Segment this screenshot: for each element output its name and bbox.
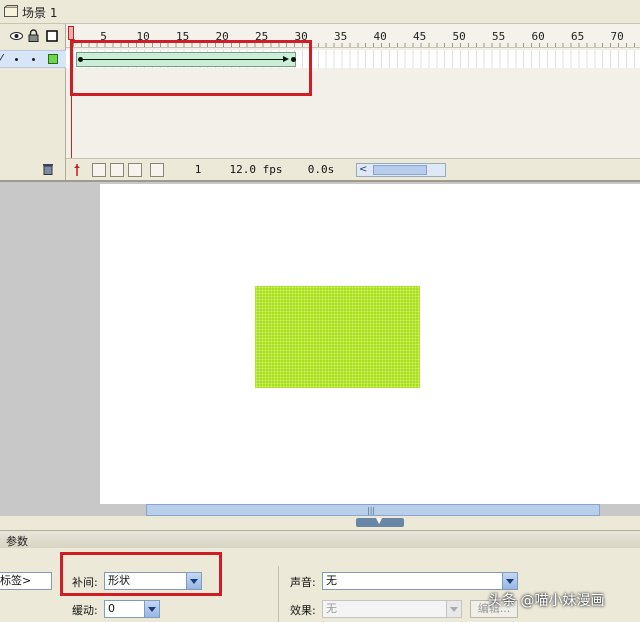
flash-ide: 场景 1 ⁄ 5 10 15 20 25 30 35 40 45 50 55 6… <box>0 0 640 622</box>
props-divider <box>278 566 279 622</box>
annotation-highlight-tween <box>60 552 222 596</box>
playhead[interactable] <box>68 26 74 40</box>
ruler-label-45: 45 <box>412 30 427 43</box>
lock-dot[interactable] <box>32 58 35 61</box>
timeline-scrollbar[interactable]: < <box>356 163 446 177</box>
effect-select[interactable]: 无 <box>322 600 462 618</box>
onion-outline-icon[interactable] <box>110 163 124 177</box>
collapse-handle[interactable]: ▼ <box>356 516 404 527</box>
ruler-label-55: 55 <box>491 30 506 43</box>
frame-rate: 12.0 fps <box>229 163 283 176</box>
modify-onion-icon[interactable] <box>150 163 164 177</box>
scene-icon <box>4 5 18 17</box>
layer-header <box>0 24 66 48</box>
timeline-scroll-thumb[interactable] <box>373 165 427 175</box>
ruler-label-65: 65 <box>570 30 585 43</box>
properties-header: 参数 <box>0 530 640 548</box>
watermark: 头条 @喵小妹漫画 <box>488 593 605 609</box>
onion-skin-icon[interactable] <box>92 163 106 177</box>
timeline-panel: ⁄ 1510152025303540455055606570 <box>0 24 640 180</box>
visibility-dot[interactable] <box>15 58 18 61</box>
sound-label: 声音: <box>290 576 316 589</box>
ruler-label-35: 35 <box>333 30 348 43</box>
stage-scrollbar[interactable]: ||| <box>146 504 600 516</box>
ease-input[interactable]: 0 <box>104 600 160 618</box>
chevron-down-icon[interactable] <box>502 573 517 589</box>
scene-bar: 场景 1 <box>0 0 640 24</box>
stage[interactable] <box>100 184 640 504</box>
scene-title: 场景 1 <box>22 6 58 20</box>
sound-select[interactable]: 无 <box>322 572 518 590</box>
layer-panel: ⁄ <box>0 24 66 180</box>
effect-value: 无 <box>326 602 337 615</box>
eye-icon[interactable] <box>10 30 23 42</box>
ruler-label-40: 40 <box>373 30 387 43</box>
ruler-label-70: 70 <box>610 30 624 43</box>
ease-value: 0 <box>108 602 115 615</box>
work-area: ||| <box>0 180 640 516</box>
ruler-label-50: 50 <box>452 30 466 43</box>
properties-panel: 标签> 补间: 形状 缓动: 0 声音: 无 效果: 无 编辑... 头条 @喵… <box>0 548 640 622</box>
green-rectangle-shape[interactable] <box>255 286 420 388</box>
properties-tab[interactable]: 参数 <box>6 533 28 549</box>
layer-row[interactable]: ⁄ <box>0 50 66 68</box>
ease-label: 缓动: <box>72 604 98 617</box>
center-frame-icon[interactable] <box>70 163 84 177</box>
frames-area: 1510152025303540455055606570 1 <box>66 24 640 180</box>
ruler-label-60: 60 <box>531 30 545 43</box>
collapse-arrow-icon: ▼ <box>376 516 383 525</box>
elapsed-time: 0.0s <box>307 163 335 176</box>
timeline-status-bar: 1 12.0 fps 0.0s < <box>66 158 640 180</box>
sound-value: 无 <box>326 574 337 587</box>
panel-splitter: ▼ <box>0 516 640 530</box>
outline-icon[interactable] <box>46 30 58 42</box>
current-frame: 1 <box>194 163 202 176</box>
effect-label: 效果: <box>290 604 316 617</box>
trash-icon[interactable] <box>42 162 54 175</box>
pencil-icon: ⁄ <box>0 52 3 66</box>
scroll-grip-icon[interactable]: ||| <box>367 506 375 515</box>
frame-label-input[interactable]: 标签> <box>0 572 52 590</box>
edit-multiple-icon[interactable] <box>128 163 142 177</box>
frame-label-text: 标签> <box>0 574 32 587</box>
scroll-left-icon[interactable]: < <box>359 164 367 175</box>
layer-color-swatch[interactable] <box>48 54 58 64</box>
lock-icon[interactable] <box>28 29 39 42</box>
chevron-down-icon[interactable] <box>144 601 159 617</box>
chevron-down-icon[interactable] <box>446 601 461 617</box>
annotation-highlight-frames <box>70 40 312 96</box>
